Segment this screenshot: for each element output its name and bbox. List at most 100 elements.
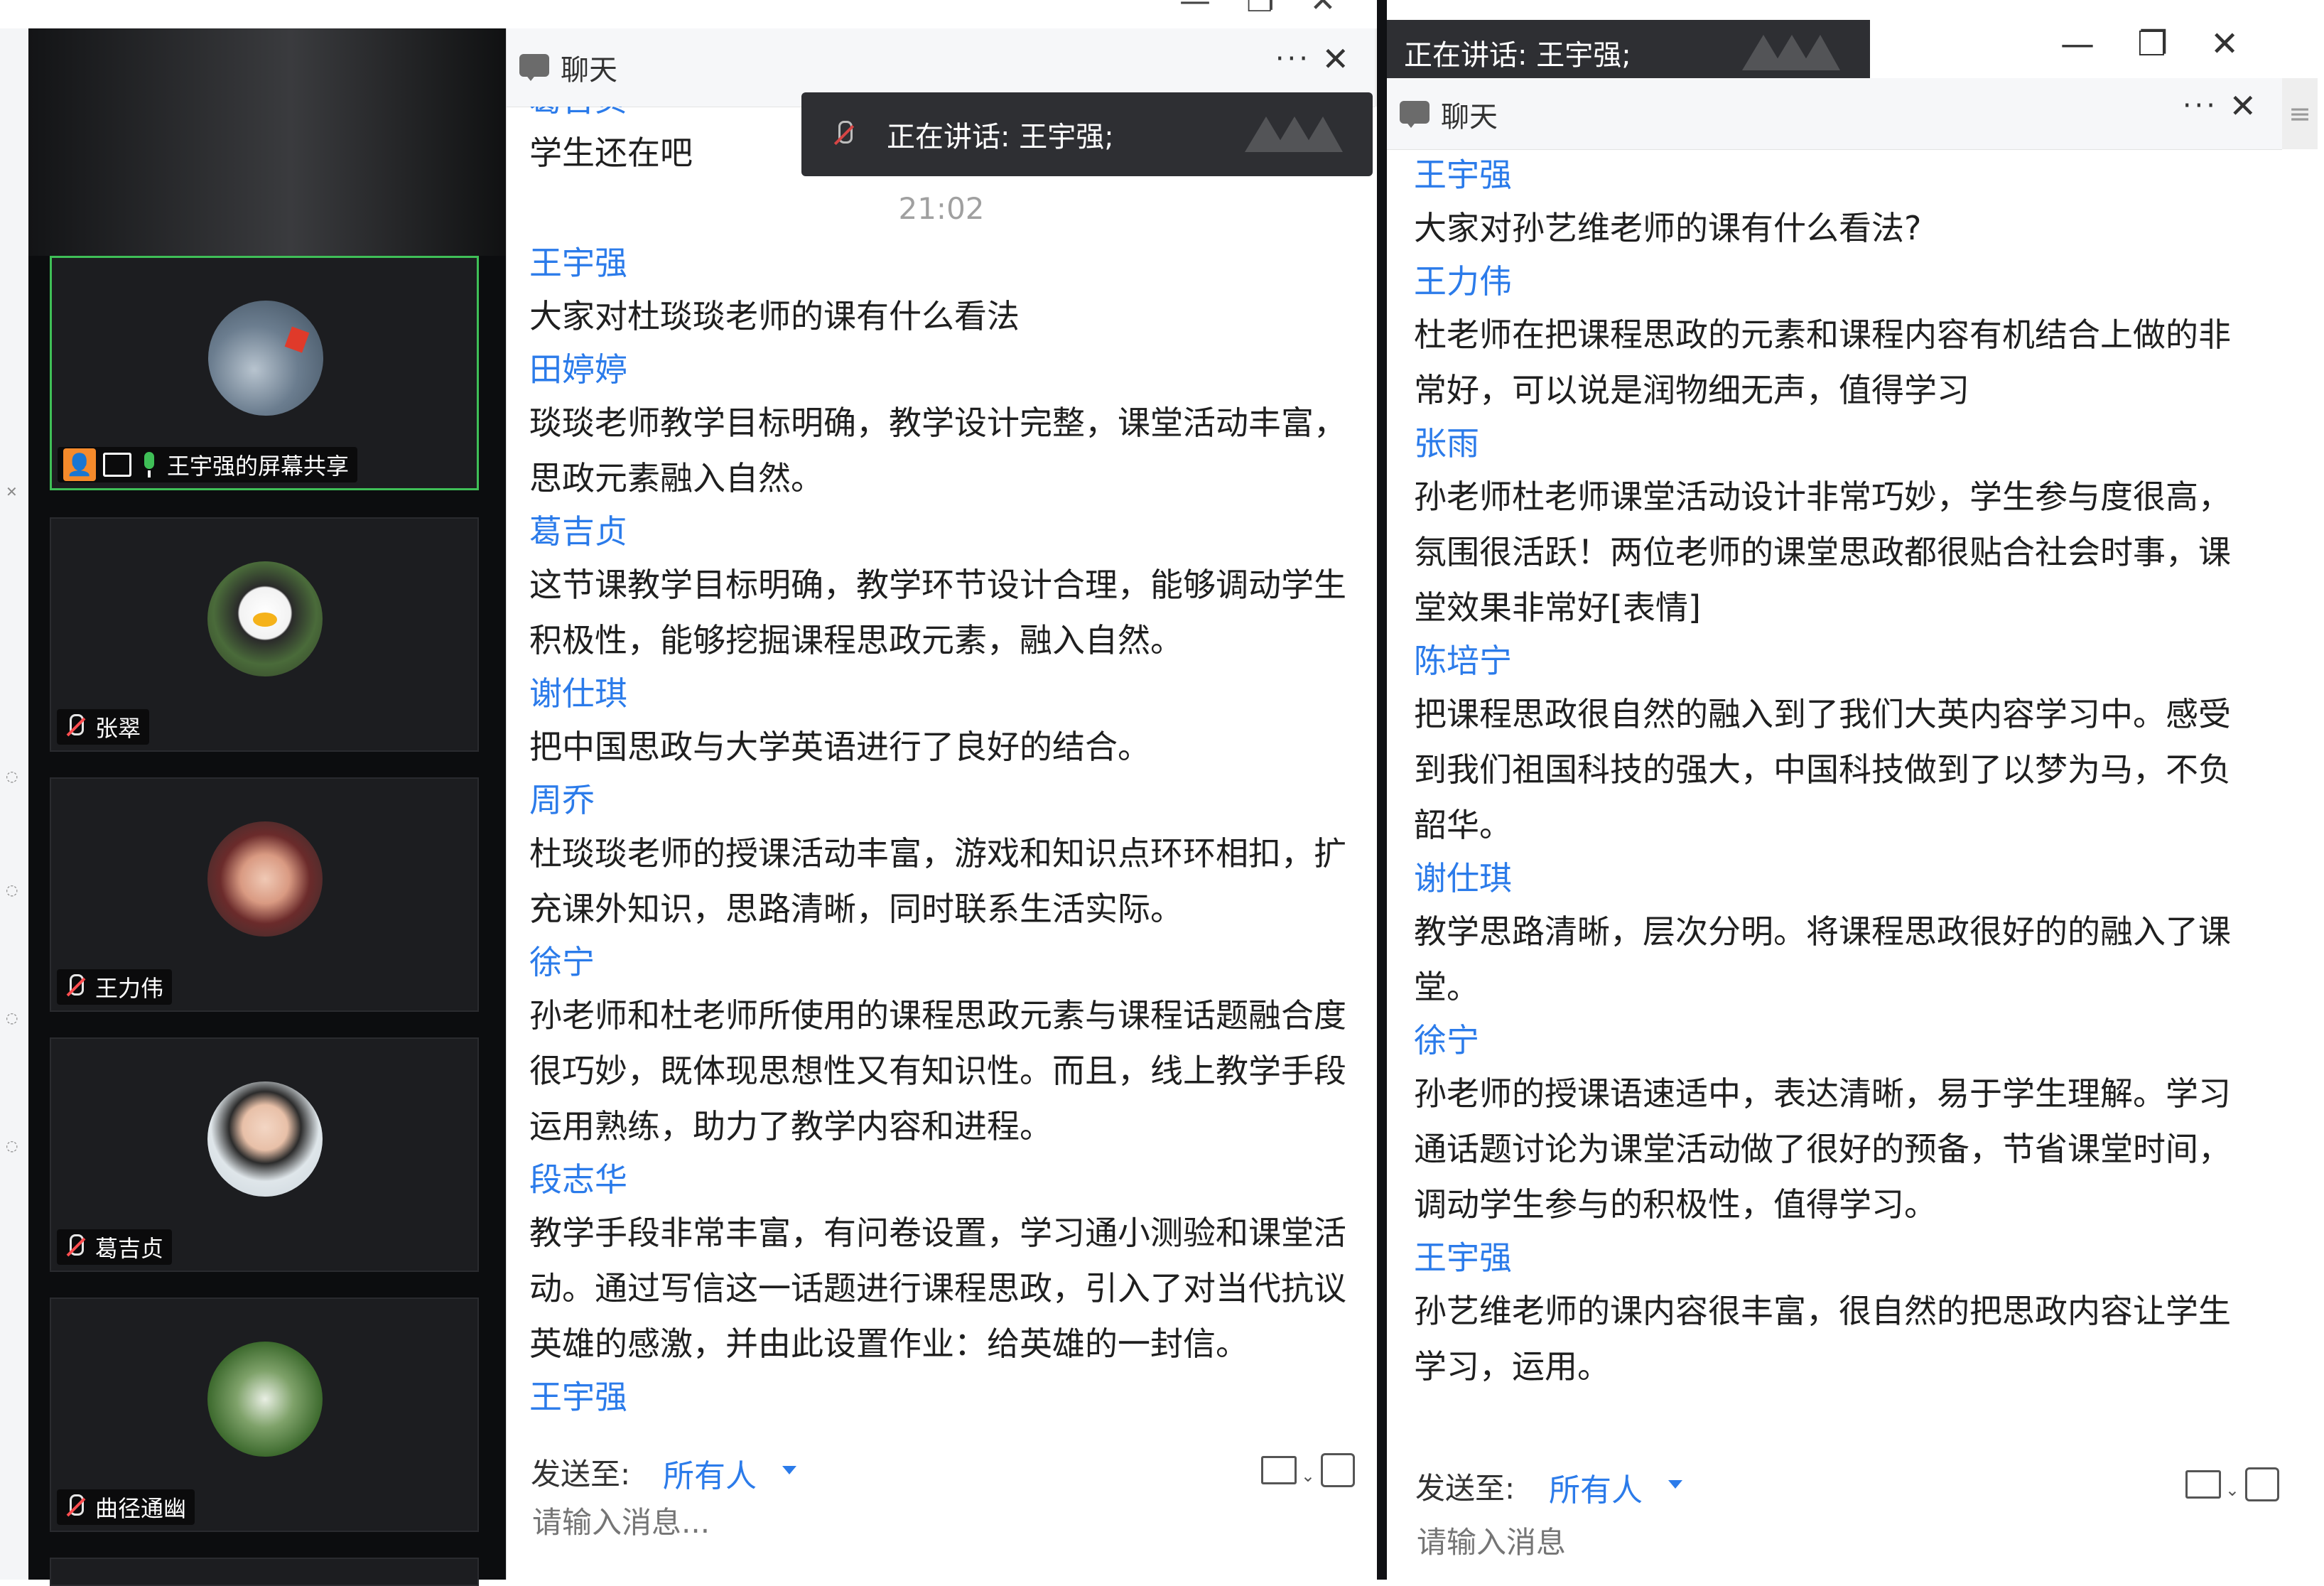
- video-tile[interactable]: 曲径通幽: [50, 1298, 479, 1532]
- mic-on-icon: [139, 451, 160, 479]
- tile-name: 张翠: [95, 715, 141, 742]
- chat-title: 聊天: [1441, 101, 1498, 134]
- window-border: [1377, 0, 1387, 1580]
- video-tile-screen-share[interactable]: 👤 王宇强的屏幕共享: [50, 256, 479, 490]
- recipient-dropdown[interactable]: 所有人: [1549, 1464, 1643, 1510]
- notice-icon[interactable]: [1321, 1453, 1355, 1487]
- restore-button[interactable]: ❐: [1246, 0, 1274, 19]
- avatar: [207, 1081, 323, 1197]
- chevron-down-icon[interactable]: ⌄: [2225, 1480, 2239, 1500]
- video-tile[interactable]: 葛吉贞: [50, 1037, 479, 1272]
- sender-name: 田婷婷: [529, 350, 627, 389]
- avatar: [208, 301, 323, 416]
- send-to-label: 发送至:: [1415, 1471, 1515, 1506]
- message-text: 孙老师杜老师课堂活动设计非常巧妙，学生参与度很高，氛围很活跃！两位老师的课堂思政…: [1414, 478, 2231, 627]
- mic-muted-icon: [63, 973, 88, 1001]
- speaking-text: 正在讲话: 王宇强;: [887, 121, 1114, 153]
- tile-name: 王力伟: [95, 975, 164, 1002]
- sender-name: 谢仕琪: [529, 674, 627, 713]
- message-text: 教学手段非常丰富，有问卷设置，学习通小测验和课堂活动。通过写信这一话题进行课程思…: [529, 1214, 1346, 1363]
- avatar: [207, 561, 323, 676]
- message-text: 孙老师的授课语速适中，表达清晰，易于学生理解。学习通话题讨论为课堂活动做了很好的…: [1414, 1074, 2231, 1224]
- message-text: 大家对孙艺维老师的课有什么看法?: [1414, 209, 1922, 247]
- message-text: 杜琰琰老师的授课活动丰富，游戏和知识点环环相扣，扩充课外知识，思路清晰，同时联系…: [529, 834, 1346, 928]
- host-icon: 👤: [63, 448, 96, 481]
- more-button[interactable]: ···: [1275, 43, 1311, 75]
- close-button[interactable]: ✕: [2229, 87, 2257, 125]
- close-window-button[interactable]: ✕: [1309, 0, 1336, 19]
- video-tile[interactable]: 张翠: [50, 517, 479, 752]
- speaking-banner: 正在讲话: 王宇强;: [1378, 20, 1870, 85]
- window-controls: — ❐ ✕: [2060, 24, 2274, 67]
- mic-muted-icon: [830, 118, 858, 151]
- chat-title: 聊天: [561, 54, 617, 87]
- panel-menu-icon[interactable]: ≡: [2282, 78, 2318, 149]
- restore-button[interactable]: ❐: [2137, 24, 2168, 67]
- logo-icon: [1245, 117, 1343, 152]
- tile-namebar: 曲径通幽: [57, 1489, 195, 1525]
- message-list[interactable]: 葛吉贞 学生还在吧 21:02 王宇强 大家对杜琰琰老师的课有什么看法 田婷婷 …: [507, 107, 1375, 1430]
- message-list[interactable]: 王宇强 大家对孙艺维老师的课有什么看法? 王力伟 杜老师在把课程思政的元素和课程…: [1387, 149, 2282, 1445]
- speaking-text: 正在讲话: 王宇强;: [1404, 39, 1631, 72]
- sender-name: 周乔: [529, 781, 595, 819]
- chat-footer: 发送至: 所有人 ⌄: [1387, 1445, 2282, 1580]
- message-input[interactable]: [531, 1504, 1173, 1541]
- screen-share-icon: [103, 453, 131, 477]
- tool-icon[interactable]: ◌: [6, 1009, 18, 1026]
- left-edge-toolbar: ✕ ◌ ◌ ◌ ◌: [0, 28, 29, 1580]
- minimize-button[interactable]: —: [1179, 0, 1211, 19]
- chevron-down-icon[interactable]: ⌄: [1301, 1466, 1315, 1486]
- sender-name: 段志华: [529, 1160, 627, 1199]
- tool-icon[interactable]: ◌: [6, 1137, 18, 1154]
- tool-icon[interactable]: ◌: [6, 881, 18, 898]
- tool-icon[interactable]: ◌: [6, 767, 18, 784]
- message-text: 杜老师在把课程思政的元素和课程内容有机结合上做的非常好，可以说是润物细无声，值得…: [1414, 315, 2231, 409]
- sender-name: 王力伟: [1414, 262, 1512, 301]
- close-button[interactable]: ✕: [1322, 40, 1349, 78]
- close-icon[interactable]: ✕: [6, 483, 18, 500]
- timestamp: 21:02: [898, 191, 985, 226]
- sender-name: 张雨: [1414, 424, 1479, 463]
- video-preview: [28, 28, 506, 256]
- chat-icon: [519, 54, 549, 81]
- message-text: 教学思路清晰，层次分明。将课程思政很好的的融入了课堂。: [1414, 912, 2231, 1006]
- chat-header: 聊天 ··· ✕: [1387, 78, 2282, 150]
- chat-icon: [1400, 101, 1429, 128]
- notice-icon[interactable]: [2245, 1467, 2279, 1501]
- sender-name: 谢仕琪: [1414, 859, 1512, 897]
- mic-muted-icon: [63, 713, 88, 741]
- tile-namebar: 👤 王宇强的屏幕共享: [58, 447, 358, 482]
- logo-icon: [1742, 35, 1840, 70]
- dropdown-caret-icon[interactable]: [1668, 1480, 1682, 1489]
- avatar: [207, 821, 323, 937]
- mic-muted-icon: [63, 1493, 88, 1521]
- message-text: 把中国思政与大学英语进行了良好的结合。: [529, 728, 1150, 766]
- message-text: 大家对杜琰琰老师的课有什么看法: [529, 297, 1020, 335]
- message-input[interactable]: [1415, 1524, 2058, 1560]
- sender-name: 王宇强: [529, 244, 627, 282]
- chat-footer: 发送至: 所有人 ⌄: [507, 1430, 1375, 1580]
- minimize-button[interactable]: —: [2060, 24, 2095, 67]
- sender-name: 徐宁: [529, 943, 595, 981]
- message-text: 琰琰老师教学目标明确，教学设计完整，课堂活动丰富，思政元素融入自然。: [529, 404, 1346, 497]
- video-tile[interactable]: [50, 1558, 479, 1586]
- message-text: 孙老师和杜老师所使用的课程思政元素与课程话题融合度很巧妙，既体现思想性又有知识性…: [529, 996, 1346, 1145]
- close-window-button[interactable]: ✕: [2210, 24, 2239, 67]
- file-icon[interactable]: [1261, 1456, 1297, 1484]
- speaking-banner: 正在讲话: 王宇强;: [801, 92, 1373, 176]
- sender-name: 葛吉贞: [529, 512, 627, 551]
- recipient-dropdown[interactable]: 所有人: [663, 1450, 757, 1496]
- video-tile[interactable]: 王力伟: [50, 777, 479, 1012]
- window-controls: — ❐ ✕: [1179, 0, 1336, 19]
- message-text: 把课程思政很自然的融入到了我们大英内容学习中。感受到我们祖国科技的强大，中国科技…: [1414, 695, 2231, 844]
- tile-namebar: 张翠: [57, 709, 150, 745]
- sender-name: 陈培宁: [1414, 642, 1512, 680]
- tile-name: 王宇强的屏幕共享: [167, 453, 350, 480]
- message-text: 孙艺维老师的课内容很丰富，很自然的把思政内容让学生学习，运用。: [1414, 1292, 2231, 1386]
- file-icon[interactable]: [2185, 1470, 2221, 1499]
- more-button[interactable]: ···: [2183, 90, 2218, 122]
- dropdown-caret-icon[interactable]: [782, 1466, 796, 1474]
- sender-name: 王宇强: [529, 1378, 627, 1416]
- chat-panel-2: 聊天 ··· ✕ 王宇强 大家对孙艺维老师的课有什么看法? 王力伟 杜老师在把课…: [1387, 78, 2318, 1580]
- tile-namebar: 葛吉贞: [57, 1229, 173, 1265]
